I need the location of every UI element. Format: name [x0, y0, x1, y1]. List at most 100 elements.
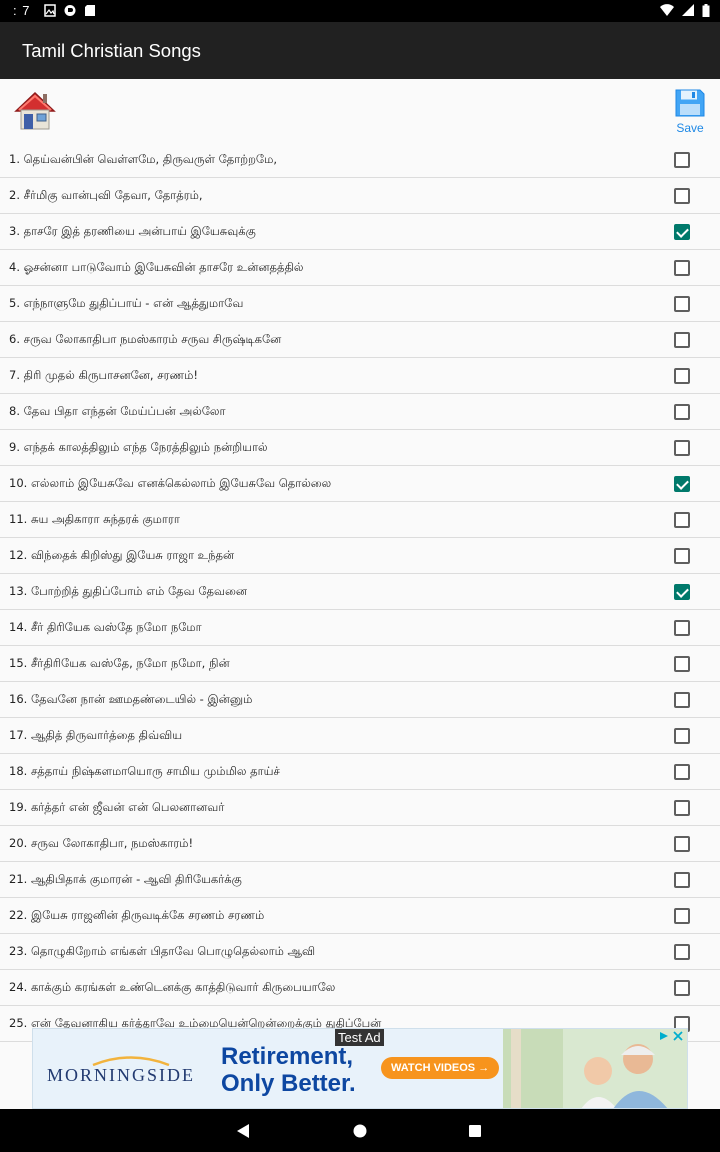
navigation-bar [0, 1109, 720, 1152]
song-row[interactable]: 5. எந்நாளுமே துதிப்பாய் - என் ஆத்துமாவே [0, 286, 720, 322]
song-title[interactable]: 18. சத்தாய் நிஷ்களமாயொரு சாமிய மும்மில த… [9, 764, 280, 780]
song-title[interactable]: 6. சருவ லோகாதிபா நமஸ்காரம் சருவ சிருஷ்டி… [9, 332, 281, 348]
song-row[interactable]: 16. தேவனே நான் ஊமதண்டையில் - இன்னும் [0, 682, 720, 718]
song-row[interactable]: 19. கர்த்தர் என் ஜீவன் என் பெலனானவர் [0, 790, 720, 826]
save-label: Save [676, 121, 704, 135]
ad-choices[interactable] [659, 1031, 683, 1041]
image-icon [44, 4, 56, 17]
song-row[interactable]: 23. தொழுகிறோம் எங்கள் பிதாவே பொழுதெல்லாம… [0, 934, 720, 970]
status-right-icons [660, 4, 710, 17]
recents-square-icon[interactable] [465, 1121, 485, 1141]
song-checkbox[interactable] [674, 656, 690, 672]
song-checkbox[interactable] [674, 332, 690, 348]
song-title[interactable]: 21. ஆதிபிதாக் குமாரன் - ஆவி திரியேகர்க்க… [9, 872, 242, 888]
home-icon [14, 91, 56, 130]
song-row[interactable]: 13. போற்றித் துதிப்போம் எம் தேவ தேவனை [0, 574, 720, 610]
main-content: Save 1. தெய்வன்பின் வெள்ளமே, திருவருள் த… [0, 79, 720, 1109]
song-row[interactable]: 17. ஆதித் திருவார்த்தை திவ்விய [0, 718, 720, 754]
song-title[interactable]: 7. திரி முதல் கிருபாசனனே, சரணம்! [9, 368, 198, 384]
song-row[interactable]: 3. தாசரே இத் தரணியை அன்பாய் இயேசுவுக்கு [0, 214, 720, 250]
song-checkbox[interactable] [674, 476, 690, 492]
song-row[interactable]: 15. சீர்திரியேக வஸ்தே, நமோ நமோ, நின் [0, 646, 720, 682]
song-row[interactable]: 4. ஓசன்னா பாடுவோம் இயேசுவின் தாசரே உன்னத… [0, 250, 720, 286]
song-checkbox[interactable] [674, 836, 690, 852]
song-checkbox[interactable] [674, 188, 690, 204]
song-checkbox[interactable] [674, 584, 690, 600]
song-row[interactable]: 9. எந்தக் காலத்திலும் எந்த நேரத்திலும் ந… [0, 430, 720, 466]
watch-videos-button[interactable]: WATCH VIDEOS → [381, 1057, 500, 1079]
home-circle-icon[interactable] [350, 1121, 370, 1141]
song-checkbox[interactable] [674, 260, 690, 276]
song-title[interactable]: 16. தேவனே நான் ஊமதண்டையில் - இன்னும் [9, 692, 252, 708]
song-row[interactable]: 7. திரி முதல் கிருபாசனனே, சரணம்! [0, 358, 720, 394]
song-checkbox[interactable] [674, 728, 690, 744]
song-title[interactable]: 2. சீர்மிகு வான்புவி தேவா, தோத்ரம், [9, 188, 203, 204]
song-row[interactable]: 8. தேவ பிதா எந்தன் மேய்ப்பன் அல்லோ [0, 394, 720, 430]
song-checkbox[interactable] [674, 980, 690, 996]
song-title[interactable]: 8. தேவ பிதா எந்தன் மேய்ப்பன் அல்லோ [9, 404, 225, 420]
song-row[interactable]: 11. சுய அதிகாரா சுந்தரக் குமாரா [0, 502, 720, 538]
song-row[interactable]: 6. சருவ லோகாதிபா நமஸ்காரம் சருவ சிருஷ்டி… [0, 322, 720, 358]
song-list: 1. தெய்வன்பின் வெள்ளமே, திருவருள் தோற்றம… [0, 142, 720, 1042]
song-title[interactable]: 22. இயேசு ராஜனின் திருவடிக்கே சரணம் சரணம… [9, 908, 264, 924]
song-title[interactable]: 23. தொழுகிறோம் எங்கள் பிதாவே பொழுதெல்லாம… [9, 944, 315, 960]
song-checkbox[interactable] [674, 152, 690, 168]
song-title[interactable]: 13. போற்றித் துதிப்போம் எம் தேவ தேவனை [9, 584, 247, 600]
song-row[interactable]: 14. சீர் திரியேக வஸ்தே நமோ நமோ [0, 610, 720, 646]
status-time: : 7 [13, 3, 31, 18]
song-row[interactable]: 2. சீர்மிகு வான்புவி தேவா, தோத்ரம், [0, 178, 720, 214]
signal-icon [682, 4, 694, 16]
ad-logo: MORNINGSIDE [47, 1065, 195, 1085]
song-checkbox[interactable] [674, 692, 690, 708]
song-checkbox[interactable] [674, 872, 690, 888]
song-title[interactable]: 1. தெய்வன்பின் வெள்ளமே, திருவருள் தோற்றம… [9, 152, 277, 168]
song-checkbox[interactable] [674, 296, 690, 312]
song-row[interactable]: 22. இயேசு ராஜனின் திருவடிக்கே சரணம் சரணம… [0, 898, 720, 934]
song-checkbox[interactable] [674, 800, 690, 816]
song-row[interactable]: 1. தெய்வன்பின் வெள்ளமே, திருவருள் தோற்றம… [0, 142, 720, 178]
song-title[interactable]: 19. கர்த்தர் என் ஜீவன் என் பெலனானவர் [9, 800, 224, 816]
song-row[interactable]: 10. எல்லாம் இயேசுவே எனக்கெல்லாம் இயேசுவே… [0, 466, 720, 502]
song-checkbox[interactable] [674, 512, 690, 528]
song-title[interactable]: 4. ஓசன்னா பாடுவோம் இயேசுவின் தாசரே உன்னத… [9, 260, 303, 276]
wifi-icon [660, 4, 674, 17]
song-title[interactable]: 24. காக்கும் கரங்கள் உண்டெனக்கு காத்திடு… [9, 980, 335, 996]
ad-headline-line2: Only Better. [221, 1070, 356, 1097]
song-row[interactable]: 18. சத்தாய் நிஷ்களமாயொரு சாமிய மும்மில த… [0, 754, 720, 790]
song-title[interactable]: 20. சருவ லோகாதிபா, நமஸ்காரம்! [9, 836, 193, 852]
song-checkbox[interactable] [674, 224, 690, 240]
song-title[interactable]: 10. எல்லாம் இயேசுவே எனக்கெல்லாம் இயேசுவே… [9, 476, 331, 492]
song-checkbox[interactable] [674, 908, 690, 924]
song-title[interactable]: 12. விந்தைக் கிறிஸ்து இயேசு ராஜா உந்தன் [9, 548, 234, 564]
song-row[interactable]: 20. சருவ லோகாதிபா, நமஸ்காரம்! [0, 826, 720, 862]
song-row[interactable]: 24. காக்கும் கரங்கள் உண்டெனக்கு காத்திடு… [0, 970, 720, 1006]
ad-info-icon[interactable] [659, 1031, 669, 1041]
song-title[interactable]: 5. எந்நாளுமே துதிப்பாய் - என் ஆத்துமாவே [9, 296, 243, 312]
ad-close-icon[interactable] [673, 1031, 683, 1041]
back-triangle-icon[interactable] [234, 1121, 254, 1141]
song-row[interactable]: 21. ஆதிபிதாக் குமாரன் - ஆவி திரியேகர்க்க… [0, 862, 720, 898]
song-title[interactable]: 17. ஆதித் திருவார்த்தை திவ்விய [9, 728, 182, 744]
status-bar: : 7 [0, 0, 720, 22]
home-button[interactable] [12, 89, 58, 133]
cast-icon [64, 5, 76, 16]
ad-headline-line1: Retirement, [221, 1043, 354, 1070]
song-checkbox[interactable] [674, 944, 690, 960]
battery-icon [702, 4, 710, 17]
song-title[interactable]: 14. சீர் திரியேக வஸ்தே நமோ நமோ [9, 620, 202, 636]
floppy-disk-icon [675, 89, 705, 117]
song-checkbox[interactable] [674, 404, 690, 420]
song-checkbox[interactable] [674, 620, 690, 636]
song-checkbox[interactable] [674, 548, 690, 564]
status-left-icons [44, 4, 96, 17]
save-button[interactable]: Save [672, 89, 708, 135]
song-row[interactable]: 12. விந்தைக் கிறிஸ்து இயேசு ராஜா உந்தன் [0, 538, 720, 574]
song-title[interactable]: 15. சீர்திரியேக வஸ்தே, நமோ நமோ, நின் [9, 656, 230, 672]
song-title[interactable]: 9. எந்தக் காலத்திலும் எந்த நேரத்திலும் ந… [9, 440, 268, 456]
song-title[interactable]: 11. சுய அதிகாரா சுந்தரக் குமாரா [9, 512, 180, 528]
song-checkbox[interactable] [674, 368, 690, 384]
song-checkbox[interactable] [674, 764, 690, 780]
song-checkbox[interactable] [674, 440, 690, 456]
song-title[interactable]: 3. தாசரே இத் தரணியை அன்பாய் இயேசுவுக்கு [9, 224, 256, 240]
sd-card-icon [85, 5, 95, 16]
